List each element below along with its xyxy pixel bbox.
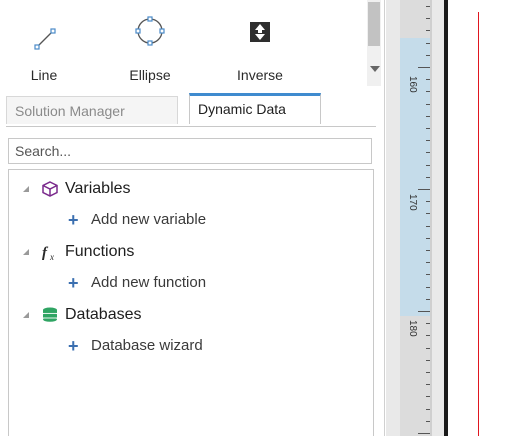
ruler-tick — [426, 201, 430, 203]
tree-node-variables[interactable]: Variables — [9, 177, 369, 201]
ruler-tick — [418, 189, 430, 190]
line-tool-button[interactable]: Line — [0, 10, 92, 86]
scrollbar-thumb[interactable] — [368, 2, 380, 46]
ruler-tick — [426, 335, 430, 337]
ruler-tick — [426, 372, 430, 373]
collapse-caret-icon[interactable] — [23, 249, 29, 255]
ruler-tick — [426, 152, 430, 154]
tree-node-label: Variables — [65, 180, 131, 197]
ruler-tick — [426, 298, 430, 300]
ruler-tick — [426, 359, 430, 361]
ruler-tick — [426, 347, 430, 349]
ellipse-icon — [135, 16, 165, 46]
ruler-tick — [426, 274, 430, 276]
ruler-tick — [426, 408, 430, 410]
ruler-tick — [426, 6, 430, 7]
inverse-tool-label: Inverse — [237, 67, 283, 83]
tree-node-databases[interactable]: Databases — [9, 303, 369, 327]
ruler-tick — [426, 103, 430, 105]
collapse-caret-icon[interactable] — [23, 186, 29, 192]
canvas-edge — [444, 0, 448, 436]
ruler-label-160: 160 — [407, 76, 418, 93]
ruler-tick — [426, 213, 430, 215]
ruler-tick — [426, 30, 430, 32]
ruler-tick — [426, 176, 430, 178]
ruler-tick — [426, 396, 430, 398]
inverse-icon — [250, 22, 270, 42]
plus-icon: + — [68, 210, 79, 230]
database-icon — [43, 307, 57, 322]
line-tool-label: Line — [30, 67, 58, 83]
ruler-label-180: 180 — [407, 320, 418, 337]
ruler-tick — [418, 67, 430, 68]
svg-text:x: x — [49, 252, 54, 261]
database-wizard-button[interactable]: + Database wizard — [9, 335, 369, 357]
tree-node-functions[interactable]: f x Functions — [9, 240, 369, 264]
shape-toolstrip: Line Ellipse Inverse — [0, 0, 384, 86]
ruler-tick — [418, 433, 430, 434]
scroll-down-arrow-icon[interactable] — [370, 66, 380, 72]
tab-dynamic-data[interactable]: Dynamic Data — [189, 93, 321, 124]
ruler-tick — [426, 262, 430, 264]
ruler-tick — [426, 286, 430, 288]
ruler-tick — [426, 323, 430, 325]
ellipse-tool-button[interactable]: Ellipse — [102, 10, 198, 86]
ruler-tick — [426, 164, 430, 166]
collapse-caret-icon[interactable] — [23, 312, 29, 318]
ruler-tick — [426, 79, 430, 81]
ellipse-tool-label: Ellipse — [129, 67, 171, 83]
ruler-tick — [426, 91, 430, 93]
vertical-ruler: 160 170 180 — [386, 0, 444, 436]
svg-text:f: f — [42, 245, 49, 261]
tree-node-label: Functions — [65, 243, 135, 260]
ruler-edge — [430, 0, 432, 436]
tab-solution-manager[interactable]: Solution Manager — [6, 96, 178, 124]
ruler-tick — [426, 250, 430, 251]
ruler-tick — [426, 128, 430, 129]
ruler-tick — [426, 42, 430, 44]
ruler-tick — [426, 54, 430, 56]
inverse-tool-button[interactable]: Inverse — [212, 10, 308, 86]
ruler-tick — [426, 420, 430, 422]
ruler-tick — [426, 18, 430, 20]
child-label: Add new function — [91, 274, 207, 291]
line-icon — [34, 28, 56, 50]
plus-icon: + — [68, 273, 79, 293]
tab-divider — [6, 126, 376, 127]
tree-node-label: Databases — [65, 306, 142, 323]
add-new-function-button[interactable]: + Add new function — [9, 272, 369, 294]
dynamic-data-panel: Line Ellipse Inverse Solution Manager Dy… — [0, 0, 385, 436]
ruler-tick — [426, 384, 430, 386]
ruler-tick — [426, 225, 430, 227]
ruler-label-170: 170 — [407, 194, 418, 211]
plus-icon: + — [68, 336, 79, 356]
ruler-tick — [426, 115, 430, 117]
child-label: Database wizard — [91, 337, 203, 354]
add-new-variable-button[interactable]: + Add new variable — [9, 209, 369, 231]
toolstrip-scrollbar[interactable] — [367, 0, 381, 86]
guide-line — [478, 12, 479, 436]
variables-icon — [42, 181, 58, 197]
search-input[interactable] — [8, 138, 372, 164]
design-canvas[interactable] — [444, 0, 520, 436]
ruler-tick — [426, 237, 430, 239]
child-label: Add new variable — [91, 211, 207, 228]
function-icon: f x — [42, 245, 54, 261]
ruler-tick — [418, 311, 430, 312]
ruler-tick — [426, 140, 430, 142]
dynamic-data-tree: Variables + Add new variable f x Functio… — [8, 169, 374, 436]
panel-tabs: Solution Manager Dynamic Data — [6, 92, 384, 126]
